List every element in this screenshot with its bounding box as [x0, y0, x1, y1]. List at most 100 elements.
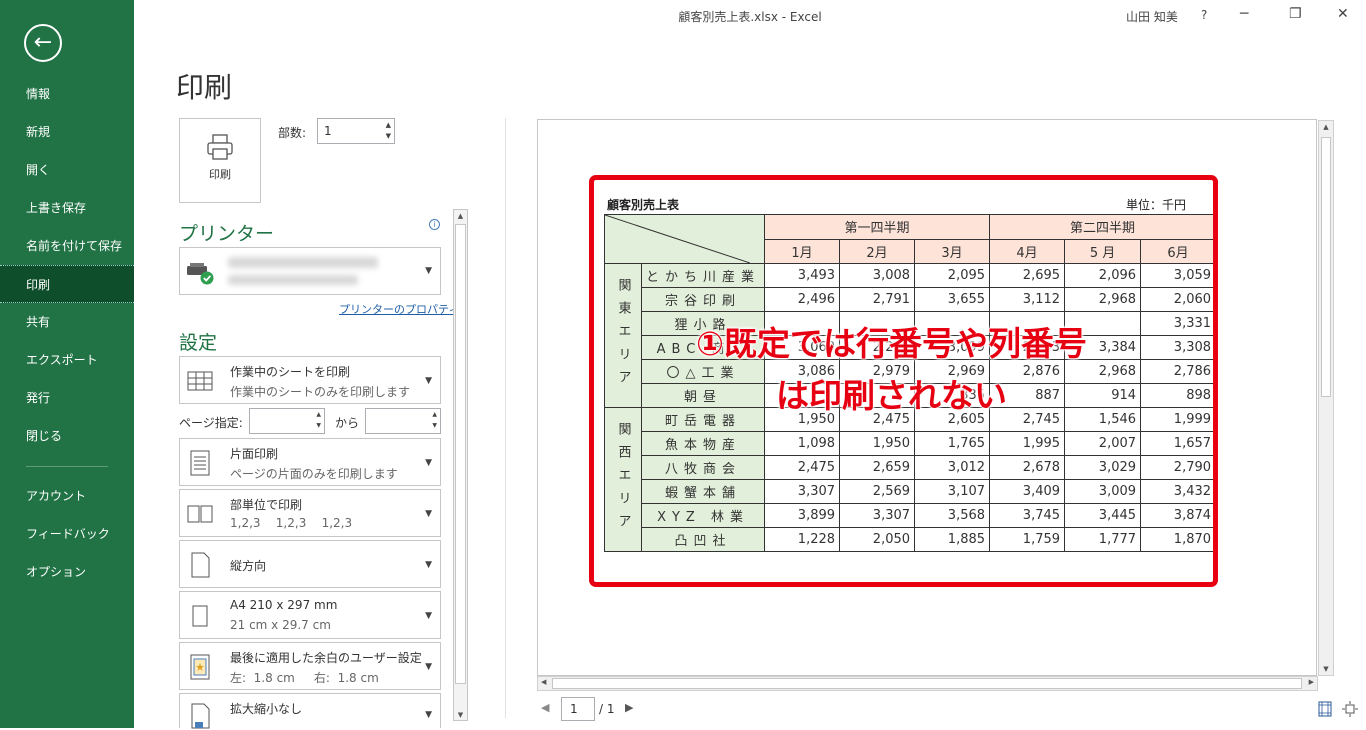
setting-main: 縦方向 — [230, 559, 267, 573]
preview-horizontal-scrollbar[interactable]: ◀ ▶ — [537, 676, 1318, 691]
page-total: / 1 — [599, 702, 615, 716]
one-sided-icon — [190, 450, 210, 476]
margins-icon — [190, 654, 210, 680]
setting-main: 拡大縮小なし — [230, 702, 303, 716]
margins-dropdown[interactable]: 最後に適用した余白のユーザー設定 左: 1.8 cm 右: 1.8 cm ▼ — [179, 642, 441, 690]
paper-size-icon — [192, 605, 208, 627]
paper-size-dropdown[interactable]: A4 210 x 297 mm 21 cm x 29.7 cm ▼ — [179, 591, 441, 639]
dropdown-arrow-icon: ▼ — [425, 611, 432, 621]
preview-vertical-scrollbar[interactable]: ▲ ▼ — [1318, 120, 1334, 676]
settings-section-title: 設定 — [179, 332, 218, 354]
printer-section-title: プリンター — [179, 223, 275, 245]
print-what-dropdown[interactable]: 作業中のシートを印刷 作業中のシートのみを印刷します ▼ — [179, 356, 441, 404]
copies-label: 部数: — [278, 126, 307, 140]
nav-share[interactable]: 共有 — [0, 303, 134, 341]
next-page-icon[interactable]: ▶ — [625, 701, 633, 714]
printer-dropdown[interactable]: ▼ — [179, 247, 441, 295]
sheet-icon — [187, 371, 213, 391]
dropdown-arrow-icon: ▼ — [425, 458, 432, 468]
scroll-up-icon[interactable]: ▲ — [1319, 123, 1333, 131]
sides-dropdown[interactable]: 片面印刷 ページの片面のみを印刷します ▼ — [179, 438, 441, 486]
copies-stepper[interactable]: 1 ▲ ▼ — [317, 118, 395, 144]
dropdown-arrow-icon: ▼ — [425, 662, 432, 672]
setting-sub: 1,2,3 1,2,3 1,2,3 — [230, 516, 353, 530]
nav-print[interactable]: 印刷 — [0, 265, 134, 303]
settings-scrollbar[interactable]: ▲ ▼ — [453, 209, 468, 721]
scaling-dropdown[interactable]: 拡大縮小なし ▼ — [179, 693, 441, 729]
pages-to-label: から — [335, 416, 360, 430]
pages-label: ページ指定: — [179, 416, 243, 430]
setting-sub: 左: 1.8 cm 右: 1.8 cm — [230, 671, 379, 685]
setting-main: 片面印刷 — [230, 447, 279, 461]
help-button[interactable]: ? — [1201, 8, 1207, 22]
annotation-callout: ①既定では行番号や列番号 は印刷されない — [696, 318, 1088, 422]
nav-info[interactable]: 情報 — [0, 75, 134, 113]
annotation-line-2: は印刷されない — [776, 376, 1008, 416]
dropdown-arrow-icon: ▼ — [425, 560, 432, 570]
setting-main: 最後に適用した余白のユーザー設定 — [230, 651, 422, 665]
panel-divider — [505, 118, 506, 718]
zoom-to-page-icon[interactable] — [1342, 701, 1358, 717]
printer-properties-link[interactable]: プリンターのプロパティ — [339, 301, 459, 317]
prev-page-icon[interactable]: ◀ — [541, 701, 549, 714]
pages-from-input[interactable]: ▲ ▼ — [249, 408, 325, 434]
nav-save-as[interactable]: 名前を付けて保存 — [0, 227, 134, 265]
portrait-icon — [191, 552, 210, 578]
nav-publish[interactable]: 発行 — [0, 379, 134, 417]
pages-row: ページ指定: ▲ ▼ から ▲ ▼ — [179, 408, 441, 434]
dropdown-arrow-icon: ▼ — [425, 376, 432, 386]
scroll-thumb[interactable] — [455, 224, 466, 684]
nav-open[interactable]: 開く — [0, 151, 134, 189]
title-bar: 顧客別売上表.xlsx - Excel 山田 知美 ? ─ ❐ ✕ — [134, 0, 1366, 32]
pages-to-input[interactable]: ▲ ▼ — [365, 408, 441, 434]
user-name[interactable]: 山田 知美 — [1126, 8, 1178, 25]
scroll-thumb[interactable] — [1321, 137, 1331, 397]
nav-close[interactable]: 閉じる — [0, 417, 134, 455]
show-margins-icon[interactable] — [1318, 701, 1332, 717]
dropdown-arrow-icon: ▼ — [425, 710, 432, 720]
collate-dropdown[interactable]: 部単位で印刷 1,2,3 1,2,3 1,2,3 ▼ — [179, 489, 441, 537]
spin-down-icon[interactable]: ▼ — [386, 132, 391, 140]
setting-sub: ページの片面のみを印刷します — [230, 467, 398, 481]
nav-feedback[interactable]: フィードバック — [0, 515, 134, 553]
orientation-dropdown[interactable]: 縦方向 ▼ — [179, 540, 441, 588]
page-title: 印刷 — [176, 71, 233, 104]
print-button-label: 印刷 — [209, 168, 231, 181]
close-button[interactable]: ✕ — [1337, 6, 1349, 22]
printer-icon — [207, 134, 233, 160]
spin-up-icon[interactable]: ▲ — [386, 121, 391, 129]
copies-value: 1 — [324, 124, 332, 138]
printer-status-redacted — [228, 275, 358, 285]
setting-sub: 21 cm x 29.7 cm — [230, 618, 331, 632]
nav-account[interactable]: アカウント — [0, 477, 134, 515]
scroll-right-icon[interactable]: ▶ — [1309, 678, 1314, 686]
printer-ready-icon — [187, 263, 214, 285]
collate-icon — [187, 505, 213, 523]
dropdown-arrow-icon: ▼ — [425, 509, 432, 519]
annotation-line-1: ①既定では行番号や列番号 — [696, 324, 1088, 364]
backstage-sidebar: ← 情報 新規 開く 上書き保存 名前を付けて保存 印刷 共有 エクスポート 発… — [0, 0, 134, 728]
nav-options[interactable]: オプション — [0, 553, 134, 591]
setting-main: 作業中のシートを印刷 — [230, 365, 351, 379]
back-arrow-icon[interactable]: ← — [24, 24, 62, 62]
page-number-input[interactable]: 1 — [561, 697, 595, 721]
minimize-button[interactable]: ─ — [1240, 6, 1248, 22]
window-title: 顧客別売上表.xlsx - Excel — [678, 10, 822, 24]
setting-main: A4 210 x 297 mm — [230, 598, 338, 612]
printer-name-redacted — [228, 257, 378, 268]
nav-save[interactable]: 上書き保存 — [0, 189, 134, 227]
print-button[interactable]: 印刷 — [179, 118, 261, 203]
nav-divider — [26, 466, 108, 467]
scroll-down-icon[interactable]: ▼ — [1319, 665, 1333, 673]
scroll-down-icon[interactable]: ▼ — [454, 711, 467, 719]
nav-export[interactable]: エクスポート — [0, 341, 134, 379]
setting-main: 部単位で印刷 — [230, 498, 303, 512]
scroll-up-icon[interactable]: ▲ — [454, 212, 467, 220]
dropdown-arrow-icon: ▼ — [425, 266, 432, 276]
info-icon[interactable]: i — [429, 219, 440, 230]
restore-button[interactable]: ❐ — [1289, 6, 1302, 22]
nav-new[interactable]: 新規 — [0, 113, 134, 151]
scroll-left-icon[interactable]: ◀ — [541, 678, 546, 686]
scaling-icon — [191, 703, 210, 729]
scroll-thumb[interactable] — [552, 678, 1302, 689]
